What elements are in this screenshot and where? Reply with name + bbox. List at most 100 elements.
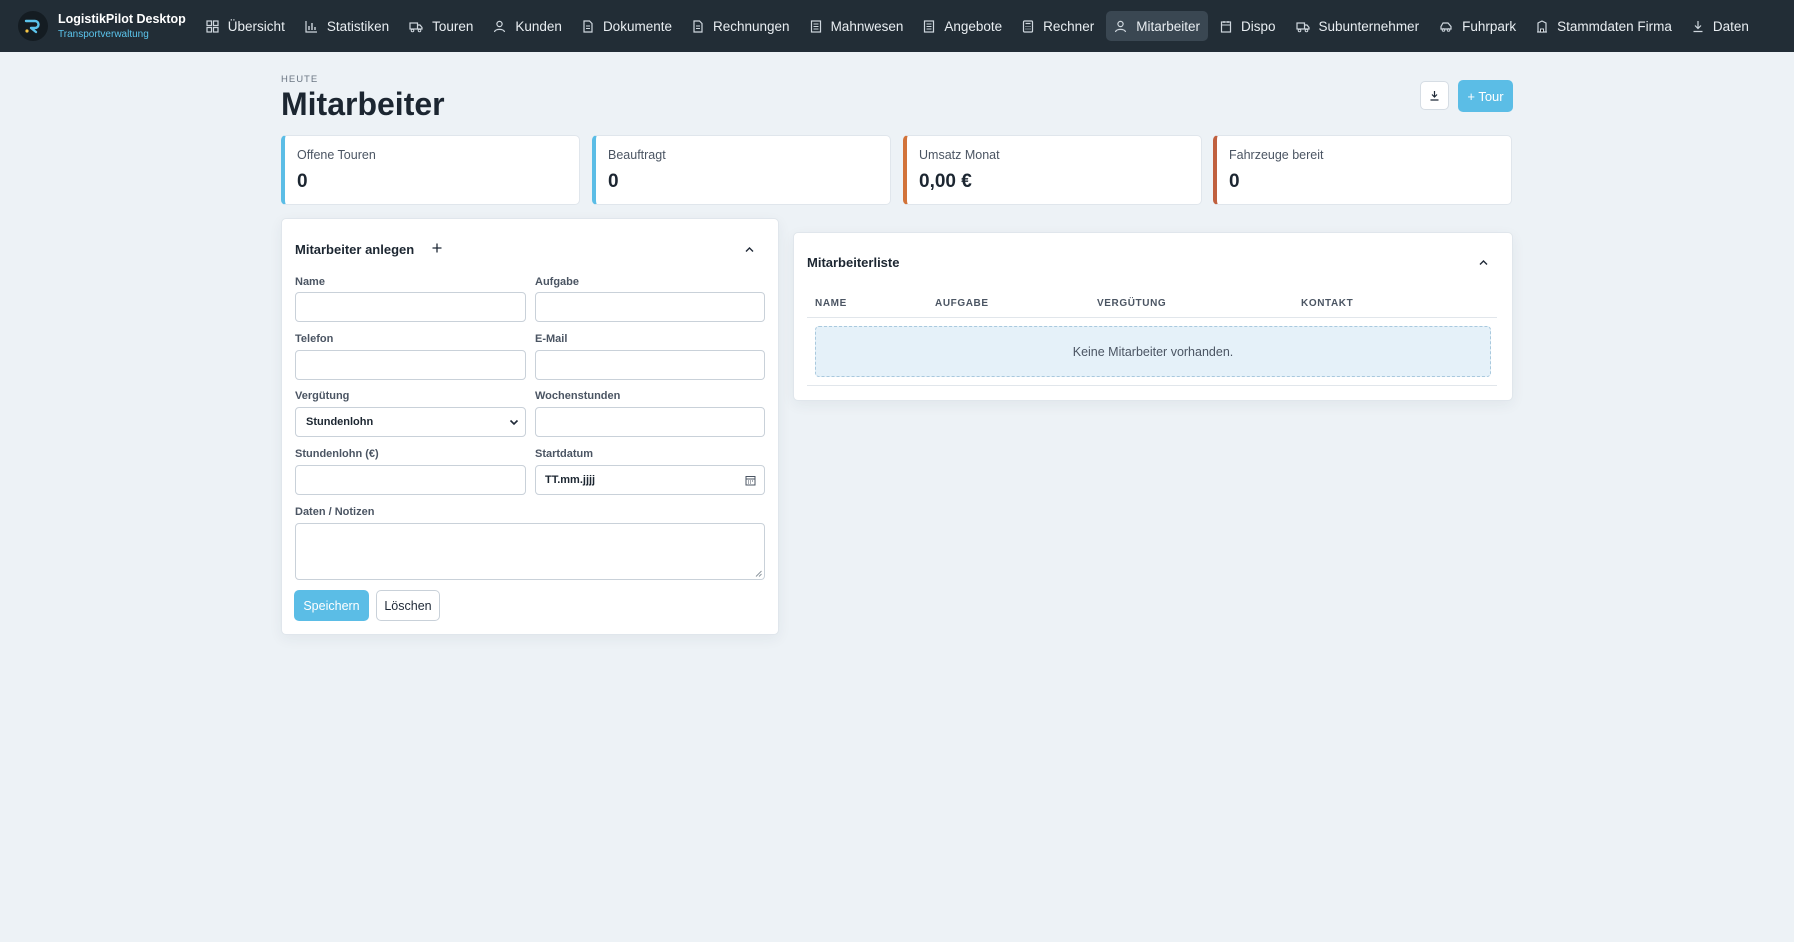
email-input[interactable] [535,350,765,380]
bar-chart-icon [305,20,317,33]
list-title: Mitarbeiterliste [807,255,900,270]
document-icon [693,19,703,33]
column-header-aufgabe[interactable]: AUFGABE [935,298,989,309]
nav-item-touren[interactable]: Touren [401,11,481,41]
list-icon [810,19,821,33]
user-icon [494,20,506,32]
new-tour-button[interactable]: + Tour [1458,80,1513,112]
app-logo-icon [18,11,48,41]
plus-icon [432,243,442,253]
nav-item-label: Mitarbeiter [1136,18,1200,34]
notes-textarea[interactable] [295,523,765,580]
nav-item-label: Rechner [1043,18,1095,34]
nav-item-dokumente[interactable]: Dokumente [574,11,680,41]
hours-label: Wochenstunden [535,390,621,402]
kpi-card-fahrzeuge-bereit: Fahrzeuge bereit 0 [1213,135,1512,205]
truck-icon [1295,21,1310,32]
nav-item-rechnungen[interactable]: Rechnungen [684,11,798,41]
nav-item-label: Dispo [1240,18,1276,34]
empty-state-message: Keine Mitarbeiter vorhanden. [815,326,1491,377]
task-input[interactable] [535,292,765,322]
nav-item-dispo[interactable]: Dispo [1212,11,1284,41]
column-header-kontakt[interactable]: KONTAKT [1301,298,1353,309]
calendar-icon[interactable] [745,475,756,486]
pay-label: Vergütung [295,390,350,402]
nav-item-stammdaten-firma[interactable]: Stammdaten Firma [1528,11,1680,41]
nav-item-fuhrpark[interactable]: Fuhrpark [1431,11,1524,41]
wage-label: Stundenlohn (€) [295,448,379,460]
collapse-form-button[interactable] [744,242,755,260]
kpi-label: Fahrzeuge bereit [1229,148,1324,162]
nav-item-label: Stammdaten Firma [1557,18,1672,34]
form-title: Mitarbeiter anlegen [295,242,415,257]
name-label: Name [295,276,325,288]
kpi-label: Umsatz Monat [919,148,1000,162]
nav-item-label: Fuhrpark [1462,18,1517,34]
main-nav: Übersicht Statistiken Touren Kunden Doku… [198,11,1761,41]
brand[interactable]: LogistikPilot Desktop Transportverwaltun… [18,11,186,41]
nav-item-label: Touren [432,18,474,34]
nav-item-mahnwesen[interactable]: Mahnwesen [802,11,912,41]
name-input[interactable] [295,292,526,322]
kpi-card-beauftragt: Beauftragt 0 [592,135,891,205]
task-label: Aufgabe [535,276,579,288]
user-icon [1115,20,1127,32]
collapse-list-button[interactable] [1478,255,1489,273]
document-icon [583,19,593,33]
column-header-name[interactable]: NAME [815,298,847,309]
table-footer-divider [807,385,1497,386]
nav-item-label: Angebote [944,18,1003,34]
top-navigation-bar: LogistikPilot Desktop Transportverwaltun… [0,0,1794,52]
nav-item-angebote[interactable]: Angebote [915,11,1010,41]
save-button[interactable]: Speichern [294,590,369,621]
kpi-value: 0 [1229,171,1240,192]
kpi-card-offene-touren: Offene Touren 0 [281,135,580,205]
column-header-verguetung[interactable]: VERGÜTUNG [1097,298,1166,309]
building-icon [1537,19,1548,33]
nav-item-label: Daten [1712,18,1749,34]
pay-type-select[interactable]: Stundenlohn [295,407,526,437]
date-placeholder: TT.mm.jjjj [545,474,596,486]
app-title: LogistikPilot Desktop [58,11,186,26]
calculator-icon [1023,19,1034,33]
nav-item-label: Kunden [515,18,562,34]
nav-item-statistiken[interactable]: Statistiken [297,11,397,41]
download-icon [1430,91,1439,101]
wage-input[interactable] [295,465,526,495]
car-icon [1440,21,1452,32]
notes-label: Daten / Notizen [295,506,375,518]
phone-input[interactable] [295,350,526,380]
start-date-label: Startdatum [535,448,594,460]
table-header-divider [807,317,1497,318]
phone-label: Telefon [295,333,334,345]
nav-item-subunternehmer[interactable]: Subunternehmer [1288,11,1428,41]
kpi-value: 0 [297,171,308,192]
nav-item-kunden[interactable]: Kunden [485,11,570,41]
kpi-label: Offene Touren [297,148,376,162]
chevron-up-icon [745,247,754,252]
list-icon [924,19,935,33]
app-subtitle: Transportverwaltung [58,28,149,40]
kpi-value: 0 [608,171,619,192]
nav-item-daten[interactable]: Daten [1684,11,1757,41]
email-label: E-Mail [535,333,568,345]
nav-item-uebersicht[interactable]: Übersicht [198,11,293,41]
hours-input[interactable] [535,407,765,437]
chevron-up-icon [1479,260,1488,265]
export-button[interactable] [1420,81,1449,110]
nav-item-mitarbeiter[interactable]: Mitarbeiter [1106,11,1208,41]
download-icon [1693,20,1703,32]
nav-item-rechner[interactable]: Rechner [1014,11,1102,41]
start-date-input[interactable]: TT.mm.jjjj [535,465,765,495]
nav-item-label: Dokumente [602,18,672,34]
delete-button[interactable]: Löschen [376,590,440,621]
truck-icon [409,21,423,32]
chevron-down-icon [509,419,519,426]
kpi-value: 0,00 € [919,171,972,192]
resize-handle-icon[interactable] [755,570,762,577]
nav-item-label: Subunternehmer [1318,18,1420,34]
kpi-label: Beauftragt [608,148,666,162]
pay-type-value: Stundenlohn [306,416,374,428]
add-employee-button[interactable] [431,241,443,259]
nav-item-label: Übersicht [227,18,285,34]
